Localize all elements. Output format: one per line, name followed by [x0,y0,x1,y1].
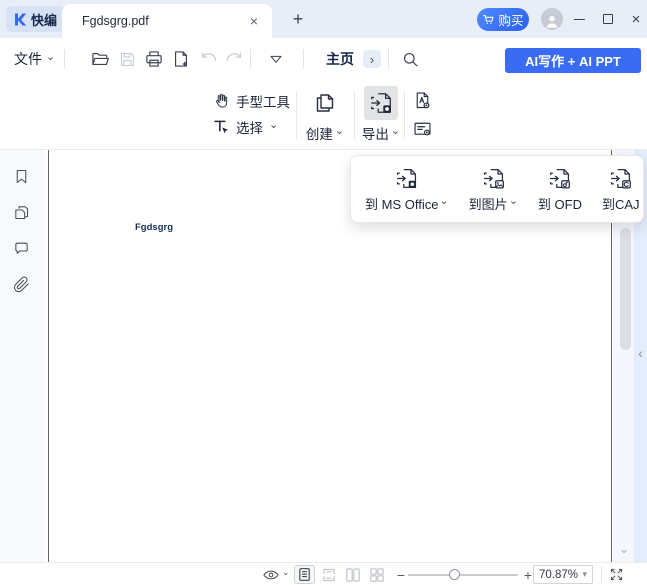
divider [64,49,65,69]
tab-close-icon[interactable]: × [246,13,262,29]
divider [303,49,304,69]
hand-icon [212,92,230,110]
attachments-panel-button[interactable] [11,274,31,294]
titlebar: 快编 Fgdsgrg.pdf × + 购买 × [0,0,647,38]
menubar: 文件 ⌄ 主页 › AI写作 + AI [0,38,647,80]
zoom-level-select[interactable]: 70.87% ▾ [533,565,593,584]
save-button[interactable] [115,47,139,71]
new-tab-button[interactable]: + [288,9,308,29]
create-pages-icon [308,86,342,120]
pages-panel-button[interactable] [11,202,31,222]
divider [601,566,602,583]
create-button[interactable]: 创建 ⌄ [300,86,350,143]
zoom-level-value: 70.87% [539,569,578,581]
zoom-slider[interactable] [408,574,518,576]
select-tool-button[interactable]: 选择 ⌄ [212,117,278,137]
ocr-settings-button[interactable] [410,88,434,112]
export-to-ofd[interactable]: 到 OFD [538,166,582,213]
view-options-button[interactable]: ⌄ [262,563,290,585]
new-page-button[interactable] [169,47,193,71]
chevron-down-icon: ⌄ [439,196,448,207]
maximize-icon [603,14,613,24]
document-tab[interactable]: Fgdsgrg.pdf × [62,4,272,38]
export-office-icon [394,166,419,191]
scrollbar-thumb[interactable] [620,228,631,350]
continuous-view-button[interactable] [321,563,337,585]
cart-icon [482,13,495,26]
left-sidebar [0,150,45,562]
ribbon-toolbar: 手型工具 选择 ⌄ 创建 ⌄ 导出 ⌄ [0,80,647,150]
pdf-editor-window: 快编 Fgdsgrg.pdf × + 购买 × 文件 ⌄ [0,0,647,585]
chevron-down-icon: ⌄ [509,196,518,207]
export-caj-label: 到CAJ [602,194,640,213]
export-image-icon [481,166,506,191]
file-menu-label: 文件 [14,49,42,69]
export-office-label: 到 MS Office [365,194,438,213]
hand-tool-label: 手型工具 [236,91,290,111]
export-button[interactable]: 导出 ⌄ [358,86,404,143]
divider [404,91,405,139]
export-ofd-icon [547,166,572,191]
tab-home[interactable]: 主页 [326,38,354,80]
bookmarks-panel-button[interactable] [11,166,31,186]
minimize-icon [574,19,585,20]
comments-panel-button[interactable] [11,238,31,258]
window-maximize-button[interactable] [596,8,620,30]
document-tab-title: Fgdsgrg.pdf [82,14,246,28]
eye-icon [262,566,280,584]
app-logo-icon [12,12,27,27]
statusbar: ⌄ − + 70.87% ▾ [0,562,647,585]
facing-continuous-view-button[interactable] [369,563,385,585]
export-to-image[interactable]: 到图片 ⌄ [469,166,518,213]
export-image-label: 到图片 [469,194,508,213]
undo-button[interactable] [196,47,220,71]
export-icon [364,86,398,120]
fullscreen-button[interactable] [608,563,625,585]
divider [296,91,297,139]
page-text[interactable]: Fgdsgrg [135,222,173,233]
nav-forward-button[interactable]: › [363,50,381,68]
divider [250,49,251,69]
window-close-button[interactable]: × [624,8,647,30]
export-ofd-label: 到 OFD [538,194,582,213]
chevron-down-icon: ⌄ [269,120,278,131]
export-caj-icon [608,166,633,191]
file-menu[interactable]: 文件 ⌄ [14,38,55,80]
divider [388,49,389,69]
divider [354,91,355,139]
zoom-out-button[interactable]: − [394,563,408,585]
form-settings-button[interactable] [410,116,434,140]
caret-down-icon: ▾ [582,569,587,580]
chevron-down-icon: ⌄ [391,126,400,137]
search-icon[interactable] [398,47,422,71]
select-tool-label: 选择 [236,117,263,137]
single-page-view-button[interactable] [294,565,315,584]
create-label: 创建 [306,123,333,143]
app-logo[interactable]: 快编 [6,6,66,32]
user-avatar[interactable] [541,8,563,30]
facing-view-button[interactable] [345,563,361,585]
chevron-down-icon: ⌄ [335,126,344,137]
redo-button[interactable] [222,47,246,71]
right-panel-toggle[interactable]: ‹ [634,342,647,364]
text-select-icon [212,118,230,136]
buy-button[interactable]: 购买 [477,8,529,31]
ai-writing-ppt-button[interactable]: AI写作 + AI PPT [505,48,641,73]
print-button[interactable] [142,47,166,71]
export-to-ms-office[interactable]: 到 MS Office ⌄ [365,166,449,213]
hand-tool-button[interactable]: 手型工具 [212,91,290,111]
export-label: 导出 [362,123,389,143]
scroll-down-icon[interactable]: ⌄ [617,542,631,556]
app-name: 快编 [31,10,57,29]
toolbar-collapse-icon[interactable] [264,47,288,71]
export-to-caj[interactable]: 到CAJ [602,166,640,213]
chevron-down-icon: ⌄ [46,52,55,63]
export-dropdown-menu: 到 MS Office ⌄ 到图片 ⌄ 到 OFD [350,155,644,223]
window-minimize-button[interactable] [567,8,591,30]
zoom-slider-handle[interactable] [449,569,460,580]
buy-button-label: 购买 [498,10,523,29]
chevron-down-icon: ⌄ [282,568,290,577]
open-file-button[interactable] [88,47,112,71]
